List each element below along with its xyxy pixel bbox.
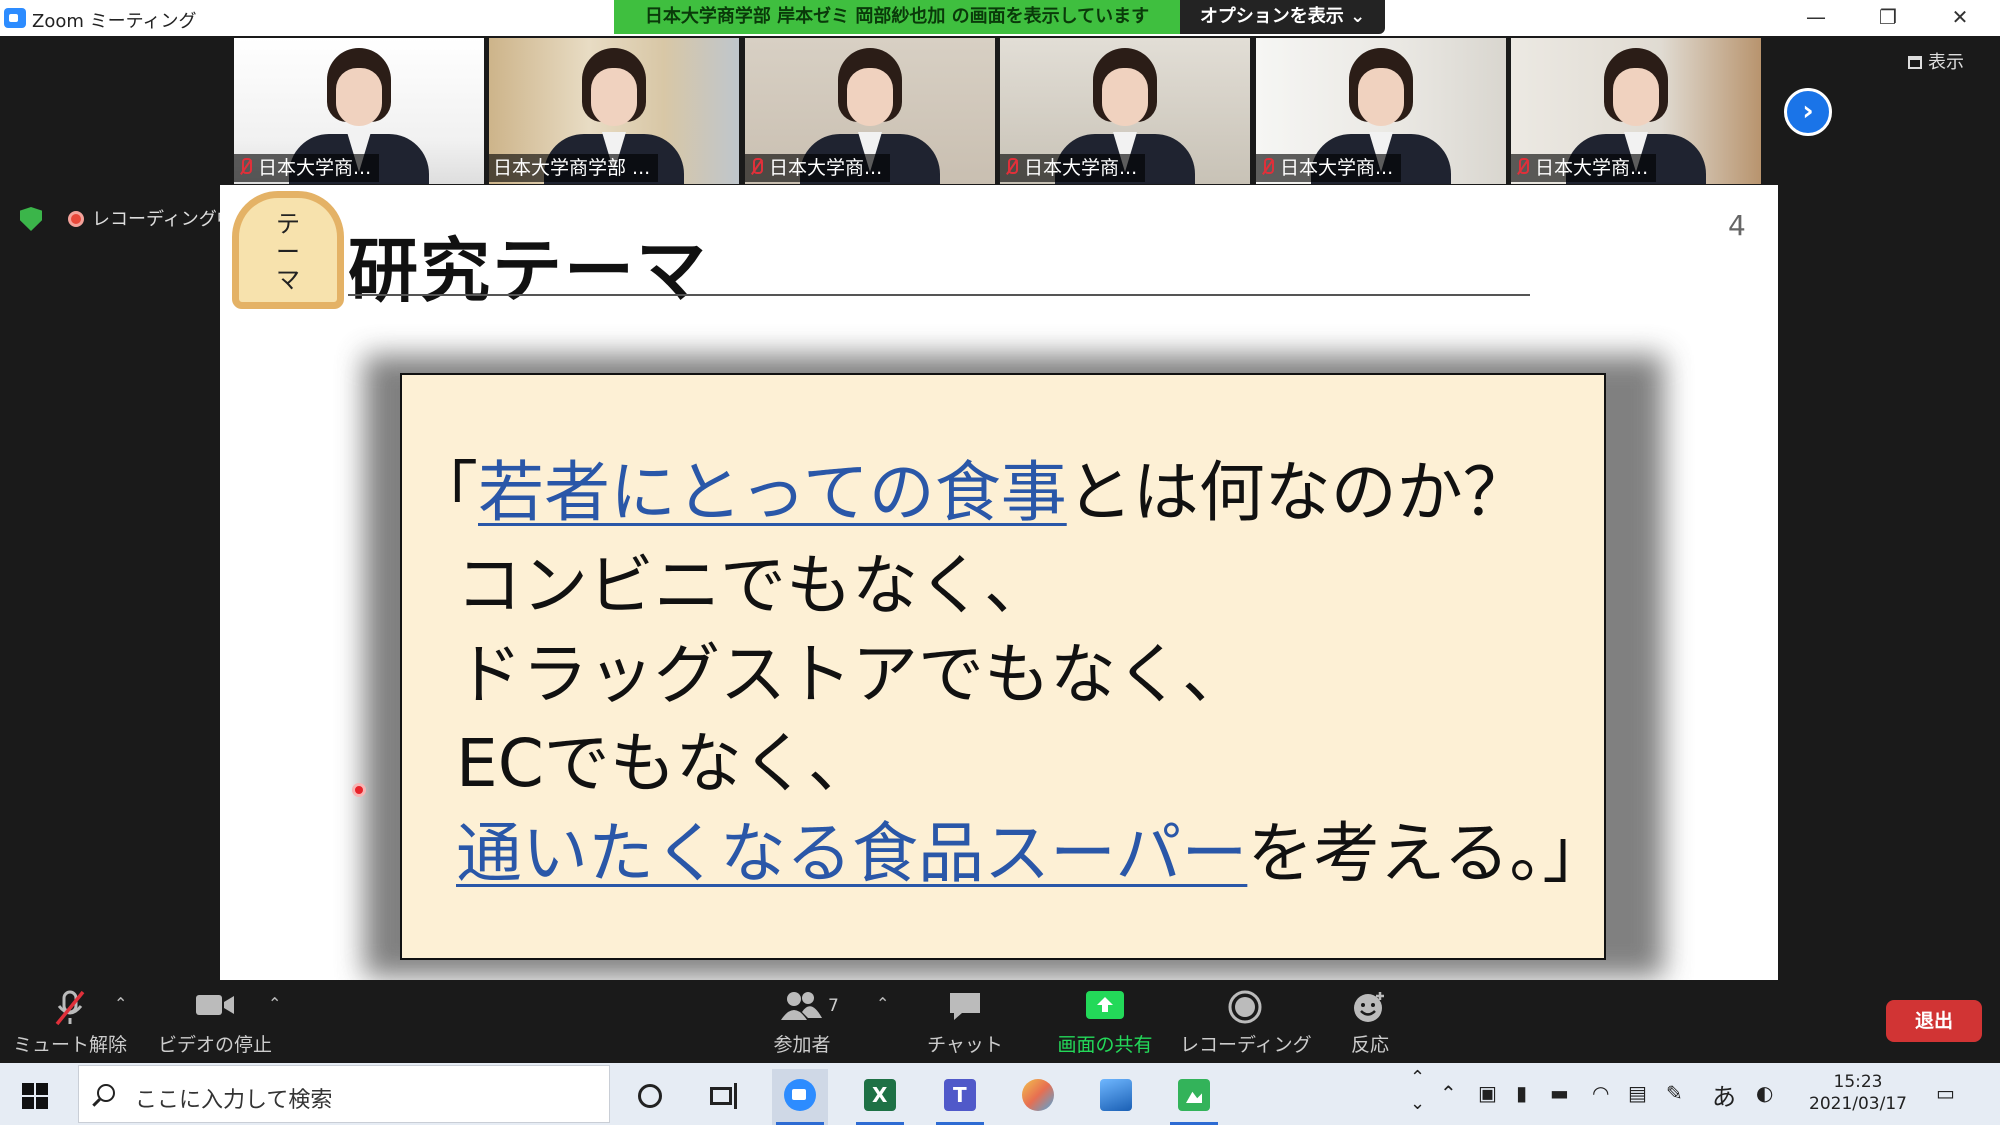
participant-name-label: 日本大学商... (1256, 154, 1402, 182)
teams-icon[interactable]: T (932, 1069, 988, 1125)
mic-muted-icon (1515, 158, 1529, 176)
show-hidden-icons-chevron-icon[interactable]: ⌃ (1440, 1081, 1457, 1105)
participant-video-active-speaker[interactable]: 日本大学商学部 ... (489, 38, 739, 184)
unmute-label: ミュート解除 (12, 1034, 127, 1056)
laser-pointer (352, 783, 366, 797)
quote-line-4: ECでもなく、 (456, 725, 874, 802)
share-screen-icon (1086, 991, 1124, 1019)
security-shield-icon[interactable] (20, 207, 42, 231)
mic-muted-icon (238, 158, 252, 176)
notifications-icon[interactable]: ▭ (1936, 1081, 1955, 1105)
search-placeholder: ここに入力して検索 (135, 1088, 333, 1113)
photos-icon[interactable] (1088, 1069, 1144, 1125)
participant-count: 7 (828, 996, 839, 1016)
emoji-reaction-icon (1354, 992, 1384, 1022)
title-underline (348, 294, 1530, 296)
participant-video[interactable]: 日本大学商... (1000, 38, 1250, 184)
pen-icon[interactable]: ✎ (1666, 1081, 1683, 1105)
participant-name-label: 日本大学商... (234, 154, 380, 182)
meeting-control-bar: ミュート解除 ⌃ ビデオの停止 ⌃ 7 参加者 ⌃ チャット 画面の共有 レコー… (0, 980, 2000, 1063)
participant-name-label: 日本大学商... (1511, 154, 1657, 182)
wifi-icon[interactable]: ◠ (1592, 1081, 1609, 1105)
microphone-icon[interactable]: ▮ (1516, 1081, 1527, 1105)
mic-muted-icon (1004, 158, 1018, 176)
share-status-banner: 日本大学商学部 岸本ゼミ 岡部紗也加 の画面を表示しています (614, 0, 1180, 34)
title-bar: Zoom ミーティング 日本大学商学部 岸本ゼミ 岡部紗也加 の画面を表示してい… (0, 0, 2000, 36)
video-options-chevron-icon[interactable]: ⌃ (268, 994, 281, 1013)
task-view-icon[interactable] (696, 1069, 752, 1125)
battery-icon[interactable]: ▬ (1550, 1081, 1569, 1105)
clock-time: 15:23 (1833, 1072, 1883, 1092)
scroll-down-chevron-icon[interactable]: ⌄ (1410, 1093, 1425, 1114)
system-clock[interactable]: 15:23 2021/03/17 (1800, 1071, 1916, 1115)
stop-video-label: ビデオの停止 (157, 1034, 272, 1056)
quote-box: 「若者にとっての食事とは何なのか？ コンビニでもなく、 ドラッグストアでもなく、… (400, 373, 1609, 960)
record-icon (1228, 990, 1262, 1024)
shared-screen-slide: テーマ 研究テーマ 4 「若者にとっての食事とは何なのか？ コンビニでもなく、 … (220, 185, 1778, 980)
mic-muted-icon (749, 158, 763, 176)
recording-indicator[interactable]: レコーディング中 (68, 205, 235, 231)
image-viewer-icon[interactable] (1166, 1069, 1222, 1125)
windows-start-icon[interactable] (22, 1083, 48, 1109)
participant-video[interactable]: 日本大学商... (1256, 38, 1506, 184)
meet-now-icon[interactable]: ▣ (1478, 1081, 1497, 1105)
audio-options-chevron-icon[interactable]: ⌃ (114, 994, 127, 1013)
participant-name-label: 日本大学商... (1000, 154, 1146, 182)
recording-dot-icon (68, 211, 84, 227)
clock-date: 2021/03/17 (1809, 1094, 1907, 1114)
mic-muted-icon (55, 990, 85, 1026)
next-page-arrow-icon[interactable]: › (1784, 88, 1832, 136)
participant-name-label: 日本大学商学部 ... (489, 154, 659, 182)
zoom-taskbar-icon[interactable] (772, 1069, 828, 1125)
zoom-app-icon (4, 8, 26, 28)
participants-label: 参加者 (773, 1034, 831, 1056)
slide-title: 研究テーマ (348, 230, 708, 312)
ime-mode-indicator[interactable]: あ (1712, 1077, 1736, 1112)
quote-line-2: コンビニでもなく、 (456, 547, 1050, 624)
quote-line-3: ドラッグストアでもなく、 (456, 636, 1248, 713)
taskbar-search-box[interactable]: ここに入力して検索 (78, 1065, 610, 1123)
recording-label: レコーディング (1180, 1034, 1312, 1056)
scroll-up-chevron-icon[interactable]: ⌃ (1410, 1067, 1425, 1088)
participants-icon (781, 992, 822, 1020)
reactions-label: 反応 (1350, 1034, 1389, 1056)
view-button[interactable]: 表示 (1908, 48, 1964, 74)
bread-badge-icon: テーマ (232, 191, 344, 309)
focus-assist-icon[interactable]: ◐ (1756, 1081, 1773, 1105)
cortana-icon[interactable] (622, 1069, 678, 1125)
close-icon[interactable]: ✕ (1924, 0, 1996, 34)
participants-options-chevron-icon[interactable]: ⌃ (876, 994, 889, 1013)
chat-bubble-icon (950, 993, 980, 1020)
participant-name-label: 日本大学商... (745, 154, 891, 182)
restore-icon[interactable]: ❐ (1852, 0, 1924, 34)
gallery-view-icon (1908, 56, 1922, 69)
windows-taskbar: ここに入力して検索 X T ⌃ ⌄ ⌃ ▣ ▮ ▬ ◠ ▤ ✎ あ ◐ 15:2… (0, 1063, 2000, 1125)
window-title: Zoom ミーティング (32, 11, 197, 32)
participant-video[interactable]: 日本大学商... (1511, 38, 1761, 184)
video-camera-icon (196, 995, 234, 1015)
leave-meeting-button[interactable]: 退出 (1886, 1000, 1982, 1042)
excel-icon[interactable]: X (852, 1069, 908, 1125)
search-icon (97, 1084, 115, 1102)
quote-line-1: 「若者にとっての食事とは何なのか？ (412, 454, 1529, 531)
slide-page-number: 4 (1728, 209, 1746, 242)
view-options-button[interactable]: オプションを表示 ⌄ (1180, 0, 1385, 34)
share-screen-label: 画面の共有 (1057, 1034, 1153, 1056)
quote-line-5: 通いたくなる食品スーパーを考える。」 (456, 815, 1609, 892)
monitor-icon[interactable]: ▤ (1628, 1081, 1647, 1105)
participant-video[interactable]: 日本大学商... (234, 38, 484, 184)
chat-label: チャット (927, 1034, 1003, 1056)
participant-video[interactable]: 日本大学商... (745, 38, 995, 184)
minimize-icon[interactable]: — (1780, 0, 1852, 34)
zoom-window: Zoom ミーティング 日本大学商学部 岸本ゼミ 岡部紗也加 の画面を表示してい… (0, 0, 2000, 1125)
mic-muted-icon (1260, 158, 1274, 176)
paint-icon[interactable] (1010, 1069, 1066, 1125)
